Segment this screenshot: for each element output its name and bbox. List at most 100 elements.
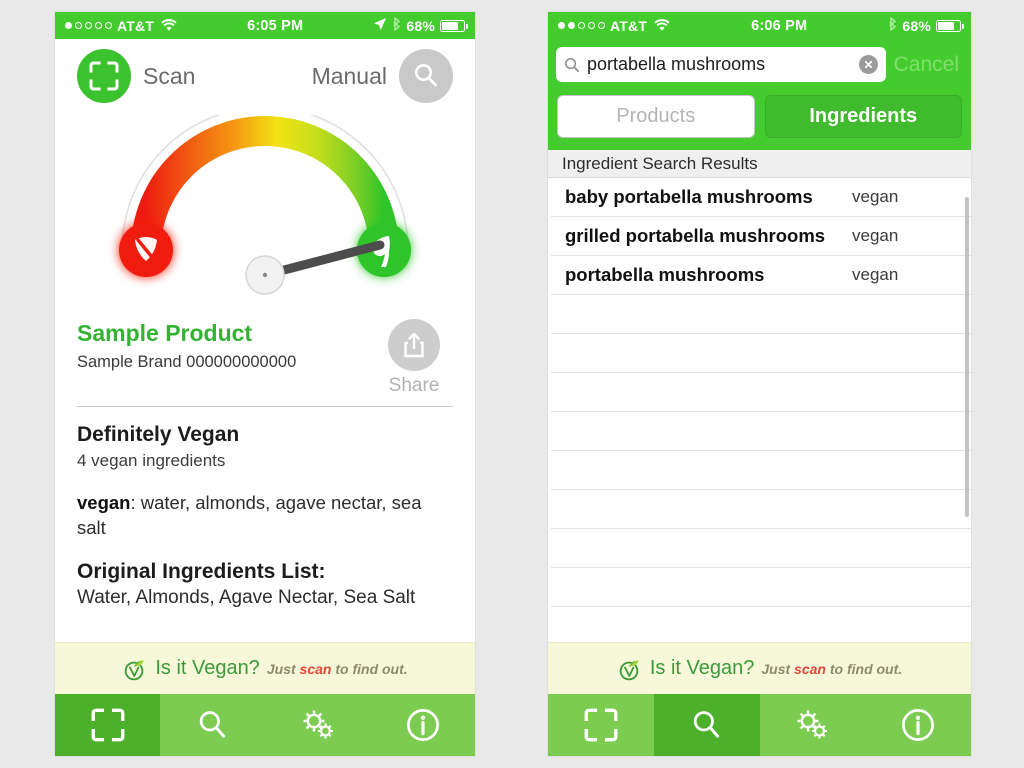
signal-dots [558, 22, 605, 29]
tab-settings[interactable] [265, 694, 370, 756]
info-circle-icon [902, 709, 935, 741]
cancel-button[interactable]: Cancel [892, 53, 963, 77]
table-row[interactable]: baby portabella mushrooms vegan [551, 178, 971, 217]
status-bar-left: AT&T [65, 18, 177, 34]
search-header: portabella mushrooms Cancel [548, 39, 971, 91]
product-brand-code: Sample Brand 000000000000 [77, 352, 297, 371]
tab-search[interactable] [160, 694, 265, 756]
gears-icon [303, 710, 333, 739]
manual-label: Manual [311, 62, 387, 89]
banner-subtitle: Just scan to find out. [266, 660, 408, 677]
tab-search[interactable] [653, 694, 760, 756]
tab-settings[interactable] [760, 694, 866, 756]
search-icon [199, 711, 225, 738]
search-input[interactable]: portabella mushrooms [556, 47, 886, 82]
clear-search-button[interactable] [858, 55, 878, 74]
table-row-empty [551, 529, 971, 568]
wifi-icon [654, 19, 670, 32]
table-row-empty [551, 295, 971, 334]
bluetooth-icon [392, 16, 401, 34]
phone-screen-product-result: AT&T 6:05 PM 68% Scan Manual Sample Prod… [55, 12, 475, 756]
result-status: vegan [852, 226, 899, 245]
scan-frame-icon [91, 708, 124, 742]
scan-button[interactable] [77, 49, 131, 103]
battery-percent-label: 68% [406, 17, 435, 34]
banner-title: Is it Vegan? [155, 657, 260, 679]
segment-ingredients[interactable]: Ingredients [764, 95, 962, 138]
battery-percent-label: 68% [902, 17, 931, 34]
promo-banner: Is it Vegan? Just scan to find out. [55, 642, 475, 694]
tab-info[interactable] [865, 694, 971, 756]
is-it-vegan-logo-icon [125, 659, 144, 680]
screenshot-stage: AT&T 6:05 PM 68% Scan Manual Sample Prod… [0, 0, 1024, 768]
segment-products[interactable]: Products [557, 95, 755, 138]
search-icon [693, 711, 719, 738]
gauge-needle [245, 240, 385, 295]
phone-screen-ingredient-search: AT&T 6:06 PM 68% portabella mushrooms Ca… [548, 12, 971, 756]
table-row-empty [551, 334, 971, 373]
signal-dots [65, 22, 112, 29]
share-icon [404, 332, 424, 358]
wifi-icon [161, 19, 177, 32]
search-icon [415, 64, 437, 87]
result-name: grilled portabella mushrooms [565, 225, 826, 246]
vegan-label: vegan [77, 492, 131, 514]
carrier-label: AT&T [117, 17, 155, 34]
search-scope-segmented-control: Products Ingredients [548, 91, 971, 150]
close-icon [864, 60, 872, 69]
scrollbar[interactable] [965, 197, 969, 517]
banner-scan-word: scan [299, 660, 332, 677]
location-arrow-icon [373, 17, 387, 34]
table-row-empty [551, 412, 971, 451]
gauge-svg [119, 115, 411, 295]
banner-scan-word: scan [794, 660, 826, 677]
table-row-empty [551, 490, 971, 529]
vegan-gauge [55, 113, 475, 305]
tab-bar [548, 694, 971, 756]
info-circle-icon [406, 709, 439, 741]
manual-search-button[interactable] [399, 49, 453, 103]
vegan-ingredients-line: vegan: water, almonds, agave nectar, sea… [77, 491, 453, 540]
result-name: portabella mushrooms [565, 264, 765, 285]
share-button[interactable]: Share [375, 319, 453, 397]
result-name: baby portabella mushrooms [565, 186, 813, 207]
empty-rows-container [548, 295, 971, 607]
table-row-empty [551, 568, 971, 607]
tab-scan[interactable] [548, 694, 654, 756]
is-it-vegan-logo-icon [619, 659, 639, 680]
table-row[interactable]: portabella mushrooms vegan [551, 256, 971, 295]
table-row-empty [551, 373, 971, 412]
scan-manual-row: Scan Manual [55, 39, 475, 113]
scan-frame-icon [584, 708, 618, 742]
result-status: vegan [852, 187, 899, 206]
scan-label: Scan [143, 62, 196, 89]
result-status: vegan [852, 265, 899, 284]
tab-bar [55, 694, 475, 756]
status-bar: AT&T 6:06 PM 68% [548, 12, 971, 39]
battery-icon [440, 19, 468, 32]
table-row-empty [551, 451, 971, 490]
status-bar-left: AT&T [558, 18, 670, 34]
tab-info[interactable] [370, 694, 475, 756]
share-label: Share [388, 375, 440, 396]
status-bar-right: 68% [888, 16, 964, 34]
table-row[interactable]: grilled portabella mushrooms vegan [551, 217, 971, 256]
original-ingredients-body: Water, Almonds, Agave Nectar, Sea Salt [77, 587, 416, 609]
results-section-header: Ingredient Search Results [548, 150, 971, 178]
carrier-label: AT&T [610, 17, 648, 34]
search-input-value[interactable]: portabella mushrooms [587, 54, 852, 75]
battery-icon [936, 19, 964, 32]
status-bar: AT&T 6:05 PM 68% [55, 12, 475, 39]
product-text: Sample Product Sample Brand 000000000000 [77, 319, 375, 372]
search-results-list[interactable]: baby portabella mushrooms vegan grilled … [548, 178, 971, 642]
product-details: Definitely Vegan 4 vegan ingredients veg… [55, 407, 475, 642]
gears-icon [797, 710, 828, 739]
tab-scan[interactable] [55, 694, 160, 756]
not-vegan-cap [119, 223, 173, 277]
bluetooth-icon [888, 16, 897, 34]
product-summary: Sample Product Sample Brand 000000000000… [55, 305, 475, 397]
original-ingredients-heading: Original Ingredients List: [77, 560, 326, 584]
banner-title: Is it Vegan? [649, 657, 755, 679]
share-circle[interactable] [388, 319, 440, 371]
product-name: Sample Product [77, 320, 253, 346]
